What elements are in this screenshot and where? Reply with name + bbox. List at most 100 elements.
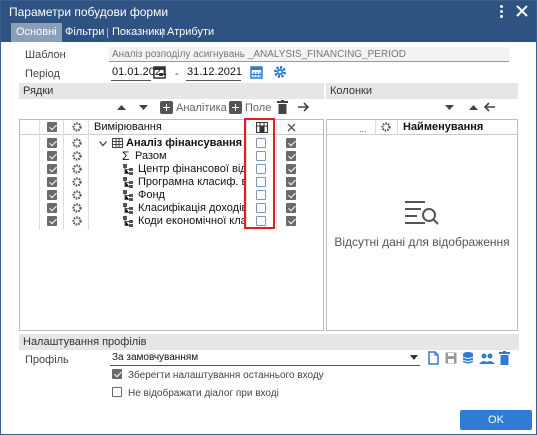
calendar-icon[interactable] <box>153 65 166 79</box>
row-exclude-checkbox[interactable] <box>286 203 296 213</box>
row-visible-checkbox[interactable] <box>47 151 57 161</box>
database-icon[interactable] <box>462 351 474 365</box>
tab-main[interactable]: Основні <box>11 23 62 42</box>
grid-divider <box>375 120 376 135</box>
row-label: Разом <box>135 150 167 162</box>
chevron-down-icon[interactable] <box>410 355 418 361</box>
row-exclude-checkbox[interactable] <box>286 177 296 187</box>
columns-move-up-icon[interactable] <box>469 104 478 111</box>
delete-trash-icon[interactable] <box>277 100 288 114</box>
row-label: Аналіз фінансування за пер <box>126 137 246 149</box>
window-title: Параметри побудови форми <box>9 5 169 19</box>
move-up-icon[interactable] <box>117 104 126 111</box>
columns-section-header: Колонки <box>326 83 518 99</box>
highlight-box <box>244 118 275 229</box>
arrow-right-icon[interactable] <box>297 101 310 113</box>
rows-grid-header: Вимірювання <box>20 120 323 135</box>
table-row[interactable]: Σ Разом <box>20 150 323 163</box>
table-row[interactable]: Програмна класиф. видат <box>20 176 323 189</box>
row-visible-checkbox[interactable] <box>47 203 57 213</box>
template-field: Аналіз розподілу асигнувань _ANALYSIS_FI… <box>109 47 509 62</box>
row-exclude-checkbox[interactable] <box>286 216 296 226</box>
arrow-left-icon[interactable] <box>483 101 496 113</box>
tab-filters[interactable]: Фільтри <box>60 23 109 42</box>
columns-col-header: Найменування <box>403 121 484 133</box>
profile-select-value: За замовчуванням <box>112 352 199 363</box>
users-icon[interactable] <box>479 352 495 364</box>
move-down-icon[interactable] <box>139 104 148 111</box>
profile-select[interactable]: За замовчуванням <box>110 351 420 366</box>
hierarchy-icon <box>123 190 133 201</box>
ok-button[interactable]: OK <box>460 410 532 430</box>
row-visible-checkbox[interactable] <box>47 164 57 174</box>
select-all-checkbox[interactable] <box>47 122 57 132</box>
row-gear-icon[interactable] <box>72 203 82 213</box>
columns-move-down-icon[interactable] <box>445 104 454 111</box>
tab-attributes[interactable]: Атрибути <box>162 23 219 42</box>
table-row[interactable]: Аналіз фінансування за пер <box>20 137 323 150</box>
save-last-settings-label: Зберегти налаштування останнього входу <box>128 370 324 381</box>
hierarchy-icon <box>123 203 133 214</box>
row-exclude-checkbox[interactable] <box>286 138 296 148</box>
add-analytics-icon[interactable] <box>160 101 173 114</box>
row-gear-icon[interactable] <box>72 190 82 200</box>
row-exclude-checkbox[interactable] <box>286 164 296 174</box>
hide-dialog-checkbox[interactable] <box>112 387 122 397</box>
clear-x-icon[interactable] <box>287 123 296 132</box>
table-row[interactable]: Фонд <box>20 189 323 202</box>
delete-profile-icon[interactable] <box>499 351 510 365</box>
period-to-input[interactable]: 31.12.2021 <box>186 65 242 81</box>
row-label: Класифікація доходів бюд <box>138 202 246 214</box>
sum-icon: Σ <box>122 150 130 163</box>
calendar-grid-icon[interactable] <box>250 65 263 79</box>
add-field-button[interactable]: Поле <box>245 101 271 115</box>
rows-section-header: Рядки <box>19 83 324 99</box>
rows-col-header: Вимірювання <box>94 121 162 133</box>
rows-grid: Вимірювання Аналіз фінансування за перΣР… <box>19 119 324 331</box>
row-gear-icon[interactable] <box>72 138 82 148</box>
period-from-input[interactable]: 01.01.2021 <box>111 65 167 81</box>
row-visible-checkbox[interactable] <box>47 138 57 148</box>
tab-indicators[interactable]: Показники <box>107 23 170 42</box>
profile-section-header: Налаштування профілів <box>19 334 519 350</box>
row-label: Фонд <box>138 189 165 201</box>
row-visible-checkbox[interactable] <box>47 177 57 187</box>
hierarchy-icon <box>123 164 133 175</box>
close-icon[interactable] <box>515 4 529 18</box>
columns-gear-icon[interactable] <box>381 122 391 132</box>
new-profile-icon[interactable] <box>428 351 439 365</box>
row-gear-icon[interactable] <box>72 151 82 161</box>
hierarchy-icon <box>123 216 133 227</box>
save-profile-icon[interactable] <box>445 352 457 364</box>
row-exclude-checkbox[interactable] <box>286 190 296 200</box>
hide-dialog-label: Не відображати діалог при вході <box>128 388 279 399</box>
dialog: Параметри побудови форми Основні Фільтри… <box>0 0 537 435</box>
period-settings-gear-icon[interactable] <box>273 65 287 79</box>
table-row[interactable]: Коди економічної класиф <box>20 215 323 228</box>
table-row[interactable]: Класифікація доходів бюд <box>20 202 323 215</box>
empty-data-text: Відсутні дані для відображення <box>334 235 510 249</box>
add-field-icon[interactable] <box>229 101 242 114</box>
row-visible-checkbox[interactable] <box>47 190 57 200</box>
row-label: Програмна класиф. видат <box>138 176 246 188</box>
tab-bar: Основні Фільтри Показники Атрибути <box>1 23 536 42</box>
empty-data-icon <box>405 201 439 225</box>
grid-divider <box>397 120 398 135</box>
row-gear-icon[interactable] <box>72 216 82 226</box>
row-label: Коди економічної класиф <box>138 215 246 227</box>
row-exclude-checkbox[interactable] <box>286 151 296 161</box>
columns-grid-header: ... Найменування <box>327 120 517 135</box>
profile-label: Профіль <box>25 354 69 366</box>
add-analytics-button[interactable]: Аналітика <box>176 101 227 115</box>
row-visible-checkbox[interactable] <box>47 216 57 226</box>
template-label: Шаблон <box>25 49 66 61</box>
header-gear-icon[interactable] <box>72 122 82 132</box>
save-last-settings-checkbox[interactable] <box>112 369 122 379</box>
columns-dots-header: ... <box>359 124 367 134</box>
period-label: Період <box>25 68 60 80</box>
row-gear-icon[interactable] <box>72 177 82 187</box>
chevron-down-icon[interactable] <box>99 141 107 147</box>
table-row[interactable]: Центр фінансової відповід <box>20 163 323 176</box>
more-menu-icon[interactable] <box>495 3 509 19</box>
row-gear-icon[interactable] <box>72 164 82 174</box>
